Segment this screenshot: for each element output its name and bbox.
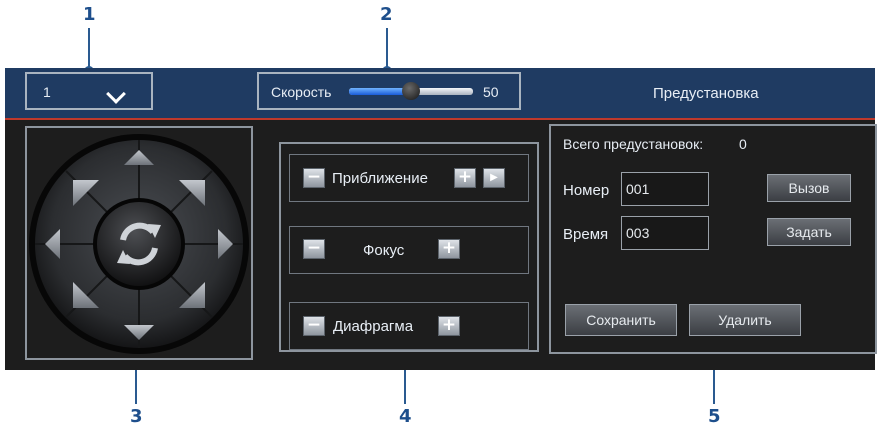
preset-header: Предустановка: [653, 85, 759, 102]
channel-value: 1: [43, 84, 51, 100]
speed-slider-thumb[interactable]: [402, 82, 420, 100]
preset-panel: Всего предустановок: 0 Номер Вызов Время…: [549, 124, 877, 354]
callout-5: 5: [708, 406, 721, 427]
preset-save-button[interactable]: Сохранить: [565, 304, 677, 336]
focus-label: Фокус: [363, 242, 405, 259]
preset-call-button[interactable]: Вызов: [767, 174, 851, 202]
chevron-down-icon[interactable]: [106, 84, 126, 104]
preset-total-label: Всего предустановок:: [563, 136, 704, 152]
preset-total-value: 0: [739, 136, 747, 152]
speed-control: Скорость 50: [257, 72, 521, 110]
lens-controls: − Приближение + ▶ − Фокус + − Диафрагма …: [279, 142, 539, 352]
direction-pad-box: [25, 126, 253, 360]
preset-time-label: Время: [563, 226, 609, 243]
ptz-panel: − Приближение + ▶ − Фокус + − Диафрагма …: [5, 120, 877, 370]
speed-label: Скорость: [271, 84, 332, 100]
focus-minus-button[interactable]: −: [303, 239, 325, 259]
speed-slider[interactable]: [349, 82, 473, 100]
callout-3: 3: [130, 406, 143, 427]
preset-delete-button[interactable]: Удалить: [689, 304, 801, 336]
direction-pad[interactable]: [27, 128, 251, 358]
zoom-out-button[interactable]: −: [303, 168, 325, 188]
channel-select[interactable]: 1: [25, 72, 153, 110]
callout-1: 1: [83, 4, 96, 25]
preset-set-button[interactable]: Задать: [767, 218, 851, 246]
iris-minus-button[interactable]: −: [303, 316, 325, 336]
play-button[interactable]: ▶: [483, 168, 505, 188]
iris-plus-button[interactable]: +: [438, 316, 460, 336]
preset-number-label: Номер: [563, 182, 610, 199]
speed-value: 50: [483, 84, 499, 100]
preset-time-field[interactable]: [621, 216, 709, 250]
zoom-label: Приближение: [332, 170, 428, 187]
callout-4: 4: [399, 406, 412, 427]
iris-control: − Диафрагма +: [289, 302, 529, 350]
zoom-control: − Приближение + ▶: [289, 154, 529, 202]
callout-2-line: [386, 28, 388, 70]
iris-label: Диафрагма: [333, 318, 414, 335]
callout-1-line: [88, 28, 90, 70]
focus-plus-button[interactable]: +: [438, 239, 460, 259]
ptz-toolbar: 1 Скорость 50 Предустановка: [5, 68, 875, 120]
preset-number-field[interactable]: [621, 172, 709, 206]
zoom-in-button[interactable]: +: [454, 168, 476, 188]
focus-control: − Фокус +: [289, 226, 529, 274]
callout-2: 2: [380, 4, 393, 25]
